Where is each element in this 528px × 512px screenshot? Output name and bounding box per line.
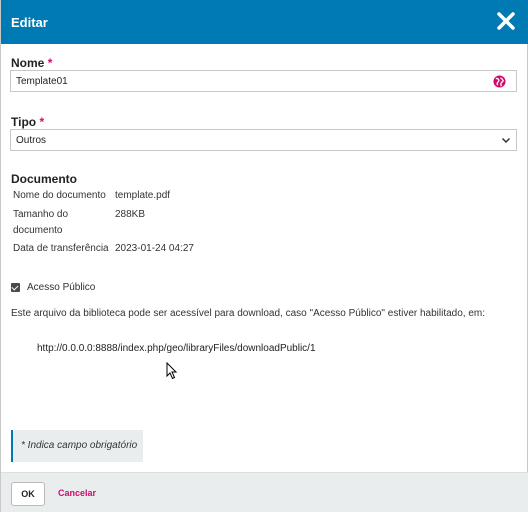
required-field-note: * Indica campo obrigatório <box>11 430 143 462</box>
nome-input[interactable]: Template01 <box>10 70 517 92</box>
doc-value: 2023-01-24 04:27 <box>115 243 194 254</box>
modal-header: Editar <box>1 0 528 44</box>
tipo-select-value: Outros <box>16 135 47 146</box>
modal-title: Editar <box>11 15 48 30</box>
doc-key: Data de transferência <box>13 243 109 254</box>
mouse-pointer-icon <box>166 362 178 380</box>
public-url: http://0.0.0.0:8888/index.php/geo/librar… <box>37 343 316 354</box>
tipo-select[interactable]: Outros <box>10 129 517 151</box>
cancel-link[interactable]: Cancelar <box>58 488 96 498</box>
nome-label-text: Nome <box>11 56 45 70</box>
tipo-label: Tipo * <box>11 115 44 129</box>
nome-label: Nome * <box>11 56 52 70</box>
acesso-publico-label[interactable]: Acesso Público <box>27 282 95 293</box>
public-access-info: Este arquivo da biblioteca pode ser aces… <box>11 308 486 319</box>
required-mark: * <box>39 115 45 129</box>
chevron-down-icon <box>501 137 511 144</box>
doc-key: Nome do documento <box>13 190 106 201</box>
close-icon[interactable] <box>495 10 517 32</box>
acesso-publico-checkbox[interactable] <box>11 283 20 292</box>
modal-footer: OK Cancelar <box>1 472 528 512</box>
doc-key: Tamanho do documento <box>13 209 69 236</box>
documento-heading: Documento <box>11 172 77 186</box>
required-mark: * <box>47 56 53 70</box>
doc-value: 288KB <box>115 209 146 220</box>
ok-button[interactable]: OK <box>11 482 45 506</box>
tipo-label-text: Tipo <box>11 115 37 129</box>
edit-modal: Editar Nome * Template01 Tipo * Outros D… <box>0 0 528 512</box>
doc-value: template.pdf <box>115 190 171 201</box>
globe-icon[interactable] <box>493 75 506 88</box>
nome-input-value: Template01 <box>16 76 68 87</box>
